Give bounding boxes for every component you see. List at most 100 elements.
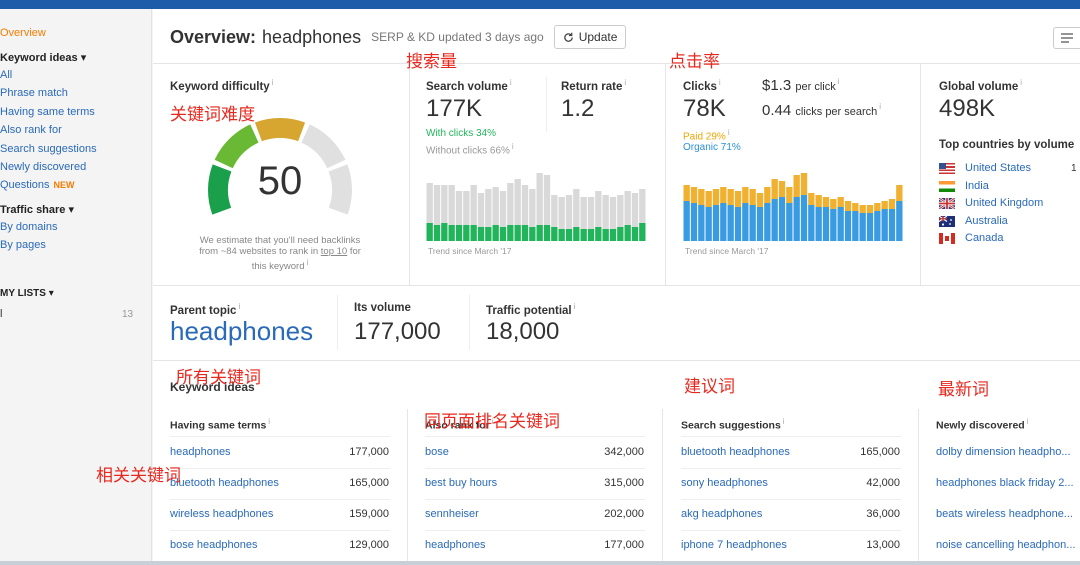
info-icon[interactable]: i bbox=[624, 78, 626, 87]
trend-bar-lower[interactable] bbox=[793, 197, 800, 241]
trend-bar-upper[interactable] bbox=[573, 189, 580, 227]
trend-bar-lower[interactable] bbox=[609, 229, 617, 241]
trend-bar-lower[interactable] bbox=[580, 229, 587, 241]
trend-bar-upper[interactable] bbox=[852, 203, 859, 211]
ideas-keyword-link[interactable]: bluetooth headphones bbox=[170, 477, 330, 489]
info-icon[interactable]: i bbox=[272, 78, 274, 87]
sidebar-my-lists-header[interactable]: MY LISTS ▾ bbox=[0, 288, 54, 299]
trend-bar-lower[interactable] bbox=[485, 227, 492, 241]
trend-bar-upper[interactable] bbox=[433, 185, 441, 225]
sidebar-item-by-pages[interactable]: By pages bbox=[0, 239, 46, 251]
bottom-scrollbar[interactable] bbox=[0, 561, 1080, 565]
trend-bar-lower[interactable] bbox=[698, 205, 705, 241]
parent-topic-keyword[interactable]: headphones bbox=[170, 316, 313, 347]
trend-bar-lower[interactable] bbox=[477, 227, 485, 241]
trend-bar-lower[interactable] bbox=[602, 229, 609, 241]
trend-bar-upper[interactable] bbox=[822, 197, 830, 207]
trend-bar-upper[interactable] bbox=[874, 203, 881, 211]
trend-bar-upper[interactable] bbox=[587, 197, 595, 229]
trend-bar-lower[interactable] bbox=[529, 227, 536, 241]
trend-bar-upper[interactable] bbox=[800, 173, 808, 195]
ideas-keyword-link[interactable]: headphones black friday 2... bbox=[936, 477, 1080, 489]
trend-bar-upper[interactable] bbox=[771, 179, 778, 199]
trend-bar-lower[interactable] bbox=[786, 203, 793, 241]
info-icon[interactable]: i bbox=[268, 417, 270, 426]
trend-bar-upper[interactable] bbox=[712, 189, 720, 205]
ideas-keyword-link[interactable]: bluetooth headphones bbox=[681, 446, 841, 458]
sidebar-item-questions[interactable]: Questions NEW bbox=[0, 179, 75, 191]
trend-bar-lower[interactable] bbox=[587, 229, 595, 241]
trend-bar-lower[interactable] bbox=[543, 225, 551, 241]
trend-bar-upper[interactable] bbox=[690, 187, 698, 203]
trend-bar-upper[interactable] bbox=[448, 185, 455, 225]
trend-bar-upper[interactable] bbox=[463, 191, 470, 225]
trend-bar-lower[interactable] bbox=[859, 213, 866, 241]
trend-bar-upper[interactable] bbox=[639, 189, 646, 223]
ideas-keyword-link[interactable]: wireless headphones bbox=[170, 508, 330, 520]
trend-bar-lower[interactable] bbox=[683, 201, 690, 241]
trend-bar-lower[interactable] bbox=[874, 211, 881, 241]
trend-bar-upper[interactable] bbox=[441, 185, 448, 223]
trend-bar-upper[interactable] bbox=[866, 205, 874, 213]
country-row-canada[interactable]: Canada bbox=[939, 232, 1004, 244]
kd-note-top10-link[interactable]: top 10 bbox=[321, 246, 347, 257]
info-icon[interactable]: i bbox=[510, 78, 512, 87]
trend-bar-upper[interactable] bbox=[815, 195, 822, 207]
ideas-keyword-link[interactable]: headphones bbox=[425, 539, 585, 551]
trend-bar-upper[interactable] bbox=[529, 189, 536, 227]
ideas-keyword-link[interactable]: noise cancelling headphon... bbox=[936, 539, 1080, 551]
trend-bar-lower[interactable] bbox=[433, 225, 441, 241]
ideas-keyword-link[interactable]: headphones bbox=[170, 446, 330, 458]
trend-bar-upper[interactable] bbox=[624, 191, 631, 225]
trend-bar-lower[interactable] bbox=[514, 225, 521, 241]
update-button[interactable]: Update bbox=[553, 25, 627, 49]
trend-bar-upper[interactable] bbox=[727, 189, 734, 205]
trend-bar-upper[interactable] bbox=[609, 197, 617, 229]
trend-bar-lower[interactable] bbox=[617, 227, 624, 241]
trend-bar-upper[interactable] bbox=[595, 191, 602, 227]
trend-bar-lower[interactable] bbox=[565, 229, 573, 241]
trend-bar-lower[interactable] bbox=[727, 205, 734, 241]
trend-bar-upper[interactable] bbox=[565, 195, 573, 229]
trend-bar-lower[interactable] bbox=[844, 211, 852, 241]
ideas-keyword-link[interactable]: beats wireless headphone... bbox=[936, 508, 1080, 520]
trend-bar-upper[interactable] bbox=[602, 195, 609, 229]
trend-bar-lower[interactable] bbox=[888, 209, 896, 241]
sidebar-item-search-suggestions[interactable]: Search suggestions bbox=[0, 143, 97, 155]
ideas-keyword-link[interactable]: bose bbox=[425, 446, 585, 458]
trend-bar-upper[interactable] bbox=[881, 201, 888, 209]
trend-bar-upper[interactable] bbox=[683, 185, 690, 201]
trend-bar-lower[interactable] bbox=[448, 225, 455, 241]
trend-bar-upper[interactable] bbox=[793, 175, 800, 197]
trend-bar-lower[interactable] bbox=[822, 207, 830, 241]
sidebar-keyword-ideas-header[interactable]: Keyword ideas ▾ bbox=[0, 51, 86, 64]
info-icon[interactable]: i bbox=[307, 258, 309, 267]
trend-bar-upper[interactable] bbox=[521, 185, 529, 225]
trend-bar-lower[interactable] bbox=[631, 227, 639, 241]
trend-bar-upper[interactable] bbox=[720, 187, 727, 203]
country-row-united-states[interactable]: United States bbox=[939, 162, 1031, 174]
country-row-australia[interactable]: Australia bbox=[939, 215, 1008, 227]
trend-bar-upper[interactable] bbox=[617, 195, 624, 227]
trend-bar-upper[interactable] bbox=[543, 175, 551, 225]
info-icon[interactable]: i bbox=[574, 302, 576, 311]
trend-bar-upper[interactable] bbox=[778, 181, 786, 197]
trend-bar-upper[interactable] bbox=[764, 187, 771, 203]
trend-bar-lower[interactable] bbox=[441, 223, 448, 241]
trend-bar-upper[interactable] bbox=[888, 199, 896, 209]
trend-bar-upper[interactable] bbox=[558, 197, 565, 229]
trend-bar-upper[interactable] bbox=[470, 185, 477, 225]
sidebar-item-all[interactable]: All bbox=[0, 69, 12, 81]
trend-bar-lower[interactable] bbox=[463, 225, 470, 241]
trend-bar-upper[interactable] bbox=[830, 199, 837, 209]
trend-bar-lower[interactable] bbox=[499, 227, 507, 241]
trend-bar-upper[interactable] bbox=[698, 189, 705, 205]
trend-bar-lower[interactable] bbox=[690, 203, 698, 241]
sidebar-item-by-domains[interactable]: By domains bbox=[0, 221, 57, 233]
trend-bar-upper[interactable] bbox=[536, 173, 543, 225]
info-icon[interactable]: i bbox=[879, 102, 881, 111]
trend-bar-upper[interactable] bbox=[477, 193, 485, 227]
trend-bar-upper[interactable] bbox=[580, 197, 587, 229]
trend-bar-upper[interactable] bbox=[455, 191, 463, 225]
ideas-keyword-link[interactable]: dolby dimension headpho... bbox=[936, 446, 1080, 458]
